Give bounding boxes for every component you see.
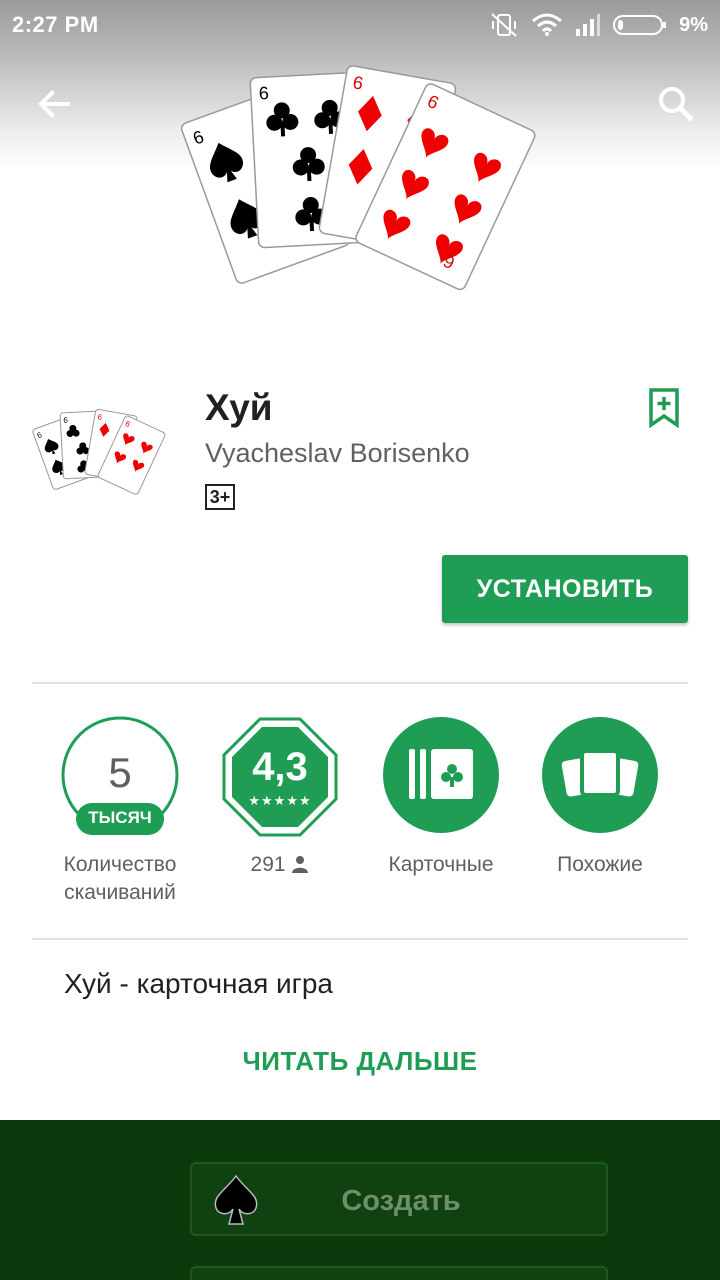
- search-button[interactable]: [650, 78, 702, 130]
- person-icon: [292, 856, 309, 873]
- status-bar: 2:27 PM 9%: [0, 0, 720, 50]
- wishlist-bookmark-icon[interactable]: [648, 388, 680, 428]
- vibrate-off-icon: [491, 13, 517, 37]
- rating-stars: ★★★★★: [248, 793, 312, 808]
- arrow-back-icon: [38, 90, 70, 118]
- screenshot-second-button: [190, 1266, 608, 1280]
- app-icon: 6 6 6 6: [32, 408, 166, 495]
- developer-link[interactable]: Vyacheslav Borisenko: [205, 438, 470, 469]
- category-label: Карточные: [388, 853, 494, 876]
- short-description: Хуй - карточная игра: [64, 968, 334, 999]
- divider: [32, 682, 688, 684]
- similar-apps-icon: [542, 717, 658, 833]
- card-games-category-icon: [383, 717, 499, 833]
- signal-icon: [576, 14, 601, 36]
- rating-count: 291: [250, 853, 286, 876]
- battery-percent: 9%: [679, 13, 708, 36]
- age-rating-badge: 3+: [205, 484, 235, 510]
- downloads-label-line2: скачиваний: [64, 881, 176, 904]
- install-button[interactable]: УСТАНОВИТЬ: [442, 555, 688, 623]
- divider: [32, 938, 688, 940]
- rating-stat[interactable]: 4,3 ★★★★★ 291: [200, 715, 360, 879]
- downloads-unit: ТЫСЯЧ: [88, 808, 152, 827]
- svg-text:6: 6: [258, 83, 269, 103]
- status-time: 2:27 PM: [12, 12, 99, 37]
- similar-stat[interactable]: Похожие: [520, 715, 680, 879]
- downloads-label-line1: Количество: [63, 853, 177, 876]
- search-icon: [659, 87, 694, 122]
- app-title: Хуй: [205, 387, 273, 428]
- category-stat[interactable]: Карточные: [361, 715, 521, 879]
- downloads-stat: 5 ТЫСЯЧ Количество скачиваний: [40, 715, 200, 907]
- back-button[interactable]: [28, 78, 80, 130]
- downloads-number: 5: [108, 749, 132, 796]
- similar-label: Похожие: [557, 853, 643, 876]
- wifi-icon: [532, 13, 563, 36]
- rating-count-row: 291: [200, 851, 360, 879]
- rating-value: 4,3: [252, 745, 308, 789]
- screenshot-create-label: Создать: [341, 1185, 461, 1217]
- app-screenshot-preview[interactable]: Создать: [0, 1120, 720, 1280]
- read-more-button[interactable]: ЧИТАТЬ ДАЛЬШЕ: [0, 1046, 720, 1077]
- playing-cards-illustration: 6 6 6 6 6: [180, 65, 536, 291]
- screenshot-create-button: Создать: [190, 1162, 608, 1236]
- battery-icon: [613, 15, 667, 35]
